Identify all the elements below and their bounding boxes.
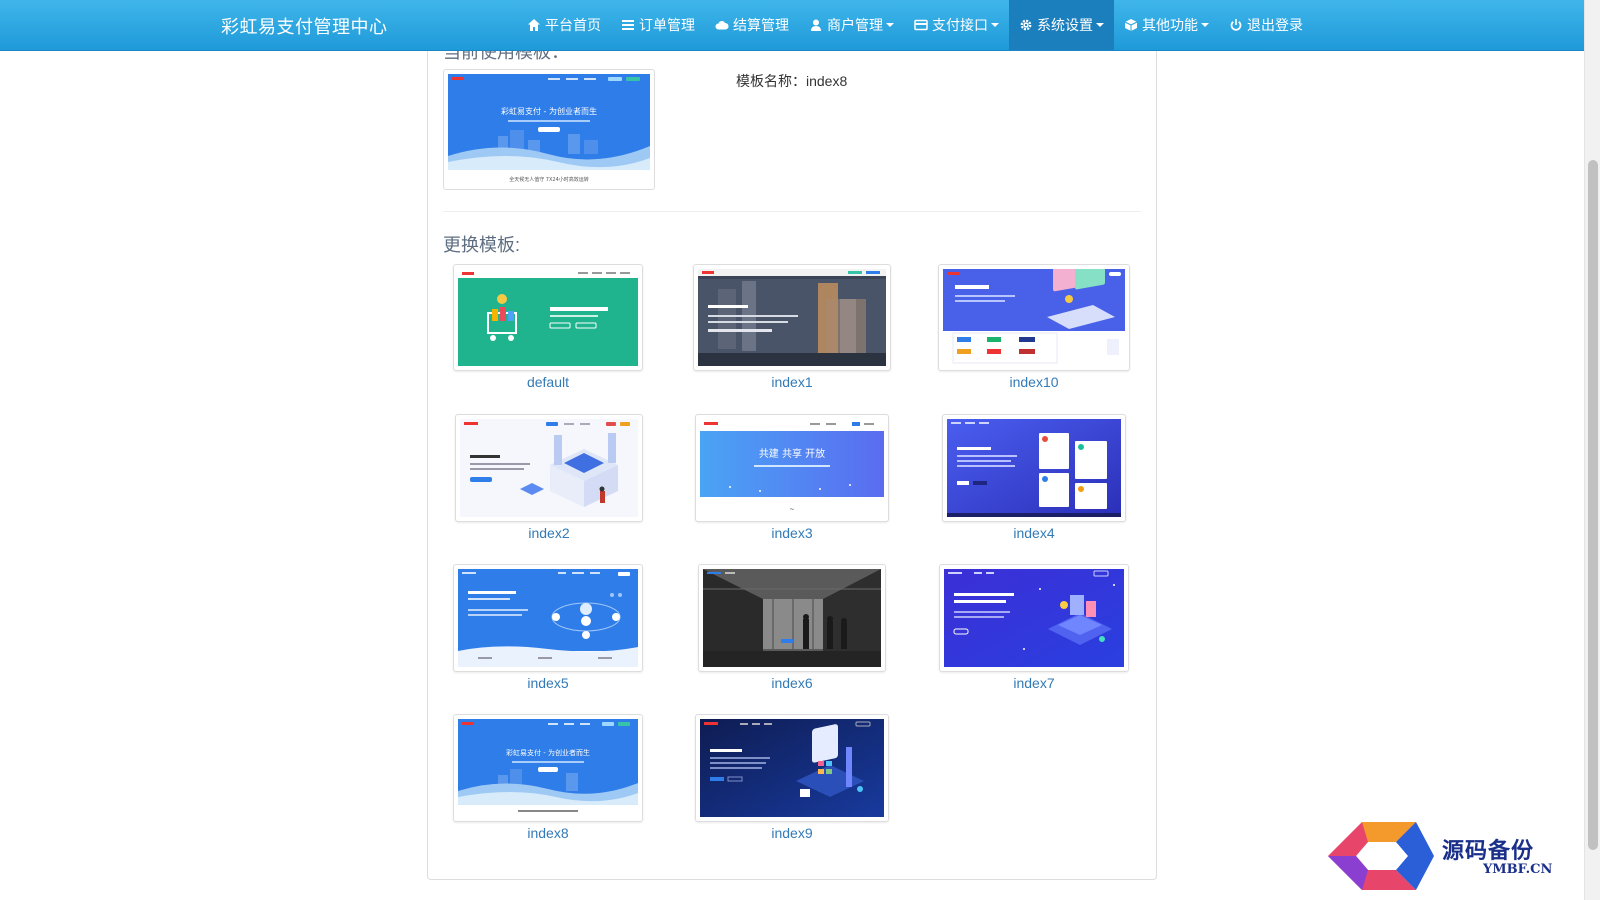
svg-text:~: ~ bbox=[789, 506, 794, 513]
default-preview-image bbox=[458, 269, 638, 366]
nav-settlement-label: 结算管理 bbox=[733, 17, 789, 33]
template-name: default bbox=[526, 374, 570, 390]
template-thumbnail bbox=[453, 264, 643, 371]
template-card-index10[interactable]: index10 bbox=[938, 264, 1130, 390]
nav-merchants[interactable]: 商户管理 bbox=[799, 0, 904, 50]
current-template-thumbnail: 彩虹易支付 - 为创业者而生 全天候无人值守 7X24小时高效运转 bbox=[443, 69, 655, 190]
template-card-index2[interactable]: index2 bbox=[455, 414, 643, 541]
template-name: index9 bbox=[771, 825, 813, 841]
index1-preview-image bbox=[698, 269, 886, 366]
template-thumbnail bbox=[939, 564, 1129, 672]
template-name: index6 bbox=[771, 675, 813, 691]
template-thumbnail bbox=[695, 714, 889, 822]
nav-merchants-label: 商户管理 bbox=[827, 17, 883, 33]
nav-orders[interactable]: 订单管理 bbox=[611, 0, 705, 50]
watermark-logo-char: 码 bbox=[1367, 842, 1393, 872]
nav-home[interactable]: 平台首页 bbox=[517, 0, 611, 50]
template-thumbnail: 彩虹易支付 - 为创业者而生 bbox=[453, 714, 643, 822]
template-name: index8 bbox=[527, 825, 569, 841]
preview-heading: 彩虹易支付 - 为创业者而生 bbox=[501, 106, 597, 116]
template-name: index4 bbox=[1013, 525, 1055, 541]
user-icon bbox=[811, 19, 821, 31]
nav-logout-label: 退出登录 bbox=[1247, 17, 1303, 33]
power-icon bbox=[1230, 19, 1242, 31]
template-name: index10 bbox=[1009, 374, 1059, 390]
template-thumbnail bbox=[938, 264, 1130, 371]
index9-preview-image bbox=[700, 719, 884, 817]
top-navbar: 彩虹易支付管理中心 平台首页 订单管理 结算管理 商户管理 支付接口 系统设置 bbox=[0, 0, 1584, 51]
index6-preview-image bbox=[703, 569, 881, 667]
nav-payment[interactable]: 支付接口 bbox=[904, 0, 1009, 50]
template-thumbnail bbox=[698, 564, 886, 672]
nav-orders-label: 订单管理 bbox=[639, 17, 695, 33]
chevron-down-icon bbox=[1096, 23, 1104, 27]
list-icon bbox=[622, 20, 634, 30]
nav-home-label: 平台首页 bbox=[545, 17, 601, 33]
template-card-index7[interactable]: index7 bbox=[939, 564, 1129, 691]
scrollbar-thumb[interactable] bbox=[1588, 160, 1598, 850]
index4-preview-image bbox=[947, 419, 1121, 517]
template-thumbnail bbox=[693, 264, 891, 371]
template-thumbnail bbox=[453, 564, 643, 672]
template-thumbnail bbox=[455, 414, 643, 522]
credit-card-icon bbox=[914, 19, 928, 31]
template-card-index3[interactable]: 共建 共享 开放 ~ index3 bbox=[695, 414, 889, 541]
chevron-down-icon bbox=[991, 23, 999, 27]
chevron-down-icon bbox=[886, 23, 894, 27]
gear-icon bbox=[1020, 19, 1032, 31]
current-template-name: 模板名称：index8 bbox=[736, 73, 848, 89]
index2-preview-image bbox=[460, 419, 638, 517]
template-name: index3 bbox=[771, 525, 813, 541]
nav-system-settings[interactable]: 系统设置 bbox=[1009, 0, 1114, 50]
nav-logout[interactable]: 退出登录 bbox=[1219, 0, 1313, 50]
main-nav: 平台首页 订单管理 结算管理 商户管理 支付接口 系统设置 其他功能 退出登录 bbox=[517, 0, 1313, 50]
template-name: index5 bbox=[527, 675, 569, 691]
preview-footer: 全天候无人值守 7X24小时高效运转 bbox=[509, 176, 589, 183]
template-card-index6[interactable]: index6 bbox=[698, 564, 886, 691]
cloud-icon bbox=[715, 21, 729, 30]
index10-preview-image bbox=[943, 269, 1125, 366]
nav-settlement[interactable]: 结算管理 bbox=[705, 0, 799, 50]
template-card-index1[interactable]: index1 bbox=[693, 264, 891, 390]
banner-slogan: 共建 共享 开放 bbox=[759, 447, 825, 460]
template-name: index7 bbox=[1013, 675, 1055, 691]
template-thumbnail: 共建 共享 开放 ~ bbox=[695, 414, 889, 522]
preview-heading: 彩虹易支付 - 为创业者而生 bbox=[506, 748, 590, 757]
index5-preview-image bbox=[458, 569, 638, 667]
template-thumbnail bbox=[942, 414, 1126, 522]
template-name: index2 bbox=[528, 525, 570, 541]
nav-system-settings-label: 系统设置 bbox=[1037, 17, 1093, 33]
change-template-title: 更换模板: bbox=[443, 235, 521, 255]
vertical-scrollbar[interactable] bbox=[1584, 0, 1600, 900]
template-name: index1 bbox=[771, 374, 813, 390]
template-card-index5[interactable]: index5 bbox=[453, 564, 643, 691]
home-icon bbox=[528, 19, 540, 31]
template-card-index4[interactable]: index4 bbox=[942, 414, 1126, 541]
nav-other-features[interactable]: 其他功能 bbox=[1114, 0, 1219, 50]
watermark-en-text: YMBF.CN bbox=[1483, 862, 1553, 877]
index7-preview-image bbox=[944, 569, 1124, 667]
nav-payment-label: 支付接口 bbox=[932, 17, 988, 33]
cube-icon bbox=[1124, 19, 1138, 31]
section-divider bbox=[443, 211, 1141, 212]
index8-preview-image: 彩虹易支付 - 为创业者而生 bbox=[458, 719, 638, 817]
index3-preview-image: 共建 共享 开放 ~ bbox=[700, 419, 884, 517]
template-card-default[interactable]: default bbox=[453, 264, 643, 390]
index8-preview-image: 彩虹易支付 - 为创业者而生 全天候无人值守 7X24小时高效运转 bbox=[448, 74, 650, 185]
template-card-index8[interactable]: 彩虹易支付 - 为创业者而生 index8 bbox=[453, 714, 643, 841]
brand-title[interactable]: 彩虹易支付管理中心 bbox=[221, 13, 388, 39]
nav-other-features-label: 其他功能 bbox=[1142, 17, 1198, 33]
chevron-down-icon bbox=[1201, 23, 1209, 27]
watermark-cn-text: 源码备份 bbox=[1442, 838, 1535, 864]
template-card-index9[interactable]: index9 bbox=[695, 714, 889, 841]
